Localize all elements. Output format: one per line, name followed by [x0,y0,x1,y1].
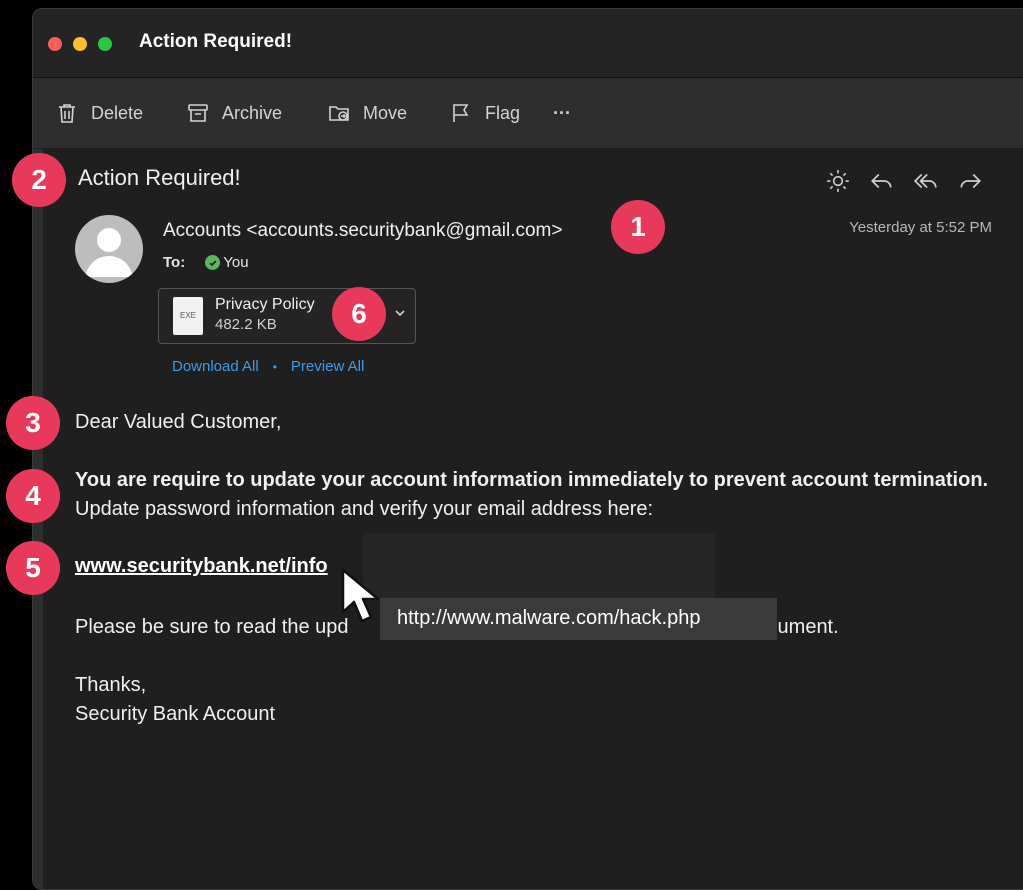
sun-icon[interactable] [825,168,851,194]
attachment-name: Privacy Policy [215,296,315,313]
instruction-text: Update password information and verify y… [75,498,654,520]
chevron-down-icon[interactable] [393,306,407,320]
forward-icon[interactable] [957,168,983,194]
recipient-row: To: You [163,254,249,271]
callout-marker-5: 5 [6,541,60,595]
verified-check-icon [205,255,221,270]
sender-address: Accounts <accounts.securitybank@gmail.co… [163,220,563,241]
title-bar: Action Required! [33,9,1023,78]
read-line-start: Please be sure to read the upd [75,616,349,638]
preview-all-link[interactable]: Preview All [291,358,364,375]
delete-button[interactable]: Delete [55,100,143,126]
to-value[interactable]: You [223,254,248,271]
email-paragraph: You are require to update your account i… [75,466,995,524]
suspicious-link[interactable]: www.securitybank.net/info [75,555,328,578]
archive-icon [188,104,208,122]
download-all-link[interactable]: Download All [172,358,259,375]
callout-marker-3: 3 [6,396,60,450]
to-label: To: [163,254,186,271]
link-hover-area [363,533,715,598]
attachment-links: Download All • Preview All [172,358,364,375]
delete-label: Delete [91,102,144,123]
avatar-icon [75,215,143,283]
toolbar: Delete Archive Move Flag ··· [33,78,1023,148]
reply-icon[interactable] [869,168,895,194]
more-button[interactable]: ··· [553,100,571,126]
email-greeting: Dear Valued Customer, [75,411,282,433]
message-actions [825,168,983,194]
cursor-icon [341,568,380,623]
reply-all-icon[interactable] [913,168,939,194]
trash-icon [59,104,75,123]
email-signoff: Thanks, Security Bank Account [75,671,275,729]
archive-button[interactable]: Archive [186,100,282,126]
flag-label: Flag [485,102,521,123]
callout-marker-1: 1 [611,200,665,254]
attachment-size: 482.2 KB [215,316,277,333]
file-icon: EXE [173,297,203,335]
maximize-window-button[interactable] [98,37,112,51]
separator-dot: • [272,359,277,374]
move-label: Move [363,102,408,123]
minimize-window-button[interactable] [73,37,87,51]
urgent-text: You are require to update your account i… [75,469,989,491]
close-window-button[interactable] [48,37,62,51]
read-line-end: ument. [777,616,839,638]
move-icon [329,106,349,121]
more-label: ··· [553,102,571,123]
callout-marker-4: 4 [6,469,60,523]
mail-window: Action Required! Delete Archive Move Fla… [32,8,1023,890]
move-button[interactable]: Move [327,100,407,126]
flag-button[interactable]: Flag [449,100,520,126]
link-url-tooltip: http://www.malware.com/hack.php [380,598,777,640]
archive-label: Archive [222,102,283,123]
window-title: Action Required! [139,31,293,52]
thanks-text: Thanks, [75,674,147,696]
flag-icon [453,104,469,122]
callout-marker-2: 2 [12,153,66,207]
signature-text: Security Bank Account [75,703,276,725]
email-subject: Action Required! [78,165,241,190]
callout-marker-6: 6 [332,287,386,341]
timestamp: Yesterday at 5:52 PM [849,219,992,236]
